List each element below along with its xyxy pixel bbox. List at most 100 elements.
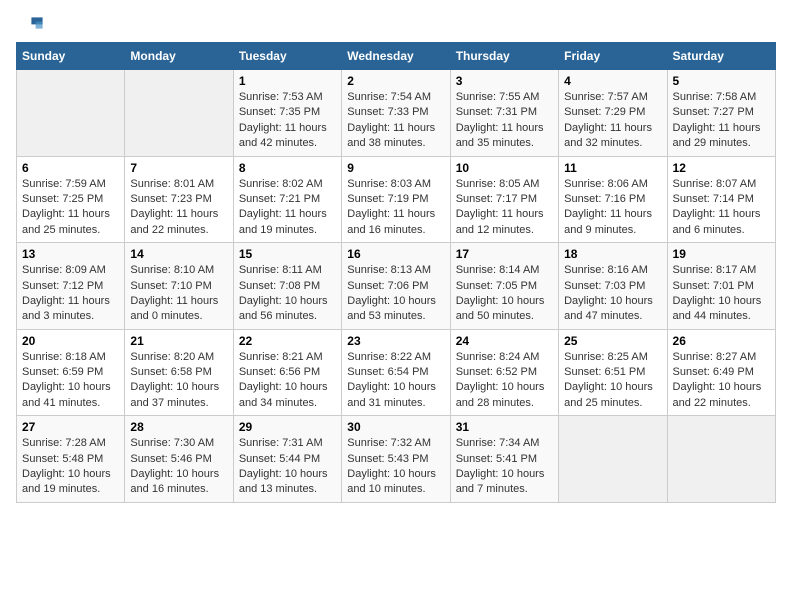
day-info: Sunrise: 7:57 AMSunset: 7:29 PMDaylight:… [564, 90, 661, 152]
day-number: 1 [239, 74, 336, 88]
day-info: Sunrise: 8:05 AMSunset: 7:17 PMDaylight:… [456, 177, 553, 239]
day-number: 15 [239, 247, 336, 261]
calendar-cell: 15 Sunrise: 8:11 AMSunset: 7:08 PMDayligh… [233, 243, 341, 330]
day-number: 6 [22, 161, 119, 175]
day-info: Sunrise: 8:21 AMSunset: 6:56 PMDaylight:… [239, 350, 336, 412]
logo [16, 16, 44, 32]
calendar-cell: 5Sunrise: 7:58 AMSunset: 7:27 PMDaylight… [667, 70, 775, 157]
day-info: Sunrise: 7:59 AMSunset: 7:25 PMDaylight:… [22, 177, 119, 239]
day-number: 7 [130, 161, 227, 175]
calendar-cell: 9 Sunrise: 8:03 AMSunset: 7:19 PMDaylight… [342, 156, 450, 243]
day-info: Sunrise: 8:27 AMSunset: 6:49 PMDaylight:… [673, 350, 770, 412]
day-number: 12 [673, 161, 770, 175]
day-number: 24 [456, 334, 553, 348]
day-number: 3 [456, 74, 553, 88]
calendar-cell: 27 Sunrise: 7:28 AMSunset: 5:48 PMDayligh… [17, 416, 125, 503]
calendar-cell: 4 Sunrise: 7:57 AMSunset: 7:29 PMDaylight… [559, 70, 667, 157]
day-info: Sunrise: 7:55 AMSunset: 7:31 PMDaylight:… [456, 90, 553, 152]
day-number: 4 [564, 74, 661, 88]
calendar-cell: 14 Sunrise: 8:10 AMSunset: 7:10 PMDayligh… [125, 243, 233, 330]
day-info: Sunrise: 8:07 AMSunset: 7:14 PMDaylight:… [673, 177, 770, 239]
calendar-cell [17, 70, 125, 157]
day-info: Sunrise: 8:01 AMSunset: 7:23 PMDaylight:… [130, 177, 227, 239]
calendar-cell: 28 Sunrise: 7:30 AMSunset: 5:46 PMDayligh… [125, 416, 233, 503]
calendar-cell: 8 Sunrise: 8:02 AMSunset: 7:21 PMDaylight… [233, 156, 341, 243]
calendar-cell [125, 70, 233, 157]
day-header-sunday: Sunday [17, 43, 125, 70]
day-info: Sunrise: 7:30 AMSunset: 5:46 PMDaylight:… [130, 436, 227, 498]
calendar-table: SundayMondayTuesdayWednesdayThursdayFrid… [16, 42, 776, 503]
calendar-week-3: 13Sunrise: 8:09 AMSunset: 7:12 PMDayligh… [17, 243, 776, 330]
calendar-cell: 20Sunrise: 8:18 AMSunset: 6:59 PMDayligh… [17, 329, 125, 416]
calendar-cell: 7 Sunrise: 8:01 AMSunset: 7:23 PMDaylight… [125, 156, 233, 243]
day-number: 21 [130, 334, 227, 348]
day-info: Sunrise: 8:02 AMSunset: 7:21 PMDaylight:… [239, 177, 336, 239]
day-number: 29 [239, 420, 336, 434]
day-info: Sunrise: 8:03 AMSunset: 7:19 PMDaylight:… [347, 177, 444, 239]
calendar-header-row: SundayMondayTuesdayWednesdayThursdayFrid… [17, 43, 776, 70]
calendar-week-1: 1 Sunrise: 7:53 AMSunset: 7:35 PMDaylight… [17, 70, 776, 157]
calendar-cell: 1 Sunrise: 7:53 AMSunset: 7:35 PMDaylight… [233, 70, 341, 157]
calendar-cell: 18Sunrise: 8:16 AMSunset: 7:03 PMDayligh… [559, 243, 667, 330]
day-header-wednesday: Wednesday [342, 43, 450, 70]
day-info: Sunrise: 8:11 AMSunset: 7:08 PMDaylight:… [239, 263, 336, 325]
page-header [16, 16, 776, 32]
day-number: 30 [347, 420, 444, 434]
day-info: Sunrise: 7:34 AMSunset: 5:41 PMDaylight:… [456, 436, 553, 498]
day-header-saturday: Saturday [667, 43, 775, 70]
calendar-week-2: 6 Sunrise: 7:59 AMSunset: 7:25 PMDaylight… [17, 156, 776, 243]
calendar-cell: 3 Sunrise: 7:55 AMSunset: 7:31 PMDaylight… [450, 70, 558, 157]
calendar-cell: 24Sunrise: 8:24 AMSunset: 6:52 PMDayligh… [450, 329, 558, 416]
day-number: 18 [564, 247, 661, 261]
day-number: 19 [673, 247, 770, 261]
calendar-week-4: 20Sunrise: 8:18 AMSunset: 6:59 PMDayligh… [17, 329, 776, 416]
day-info: Sunrise: 7:53 AMSunset: 7:35 PMDaylight:… [239, 90, 336, 152]
calendar-cell [667, 416, 775, 503]
day-info: Sunrise: 8:09 AMSunset: 7:12 PMDaylight:… [22, 263, 119, 325]
day-header-friday: Friday [559, 43, 667, 70]
day-number: 22 [239, 334, 336, 348]
day-number: 25 [564, 334, 661, 348]
day-number: 11 [564, 161, 661, 175]
day-info: Sunrise: 8:13 AMSunset: 7:06 PMDaylight:… [347, 263, 444, 325]
day-info: Sunrise: 7:58 AMSunset: 7:27 PMDaylight:… [673, 90, 770, 152]
day-info: Sunrise: 8:20 AMSunset: 6:58 PMDaylight:… [130, 350, 227, 412]
calendar-cell: 2 Sunrise: 7:54 AMSunset: 7:33 PMDaylight… [342, 70, 450, 157]
day-number: 17 [456, 247, 553, 261]
day-number: 26 [673, 334, 770, 348]
day-number: 10 [456, 161, 553, 175]
calendar-cell: 11 Sunrise: 8:06 AMSunset: 7:16 PMDayligh… [559, 156, 667, 243]
day-info: Sunrise: 8:22 AMSunset: 6:54 PMDaylight:… [347, 350, 444, 412]
day-info: Sunrise: 7:31 AMSunset: 5:44 PMDaylight:… [239, 436, 336, 498]
day-info: Sunrise: 8:06 AMSunset: 7:16 PMDaylight:… [564, 177, 661, 239]
calendar-cell: 6 Sunrise: 7:59 AMSunset: 7:25 PMDaylight… [17, 156, 125, 243]
calendar-cell: 17 Sunrise: 8:14 AMSunset: 7:05 PMDayligh… [450, 243, 558, 330]
day-number: 8 [239, 161, 336, 175]
calendar-cell: 10 Sunrise: 8:05 AMSunset: 7:17 PMDayligh… [450, 156, 558, 243]
day-number: 14 [130, 247, 227, 261]
day-number: 28 [130, 420, 227, 434]
logo-icon [16, 16, 44, 30]
day-info: Sunrise: 8:17 AMSunset: 7:01 PMDaylight:… [673, 263, 770, 325]
day-number: 9 [347, 161, 444, 175]
day-info: Sunrise: 7:54 AMSunset: 7:33 PMDaylight:… [347, 90, 444, 152]
calendar-cell: 29 Sunrise: 7:31 AMSunset: 5:44 PMDayligh… [233, 416, 341, 503]
day-info: Sunrise: 7:32 AMSunset: 5:43 PMDaylight:… [347, 436, 444, 498]
calendar-cell: 21 Sunrise: 8:20 AMSunset: 6:58 PMDayligh… [125, 329, 233, 416]
day-number: 16 [347, 247, 444, 261]
day-number: 23 [347, 334, 444, 348]
calendar-cell: 22 Sunrise: 8:21 AMSunset: 6:56 PMDayligh… [233, 329, 341, 416]
day-header-thursday: Thursday [450, 43, 558, 70]
day-number: 2 [347, 74, 444, 88]
day-info: Sunrise: 8:25 AMSunset: 6:51 PMDaylight:… [564, 350, 661, 412]
calendar-cell: 16 Sunrise: 8:13 AMSunset: 7:06 PMDayligh… [342, 243, 450, 330]
calendar-week-5: 27 Sunrise: 7:28 AMSunset: 5:48 PMDayligh… [17, 416, 776, 503]
calendar-cell: 13Sunrise: 8:09 AMSunset: 7:12 PMDayligh… [17, 243, 125, 330]
day-header-tuesday: Tuesday [233, 43, 341, 70]
day-info: Sunrise: 8:18 AMSunset: 6:59 PMDaylight:… [22, 350, 119, 412]
calendar-cell: 19 Sunrise: 8:17 AMSunset: 7:01 PMDayligh… [667, 243, 775, 330]
day-info: Sunrise: 7:28 AMSunset: 5:48 PMDaylight:… [22, 436, 119, 498]
day-info: Sunrise: 8:14 AMSunset: 7:05 PMDaylight:… [456, 263, 553, 325]
day-number: 27 [22, 420, 119, 434]
day-info: Sunrise: 8:10 AMSunset: 7:10 PMDaylight:… [130, 263, 227, 325]
